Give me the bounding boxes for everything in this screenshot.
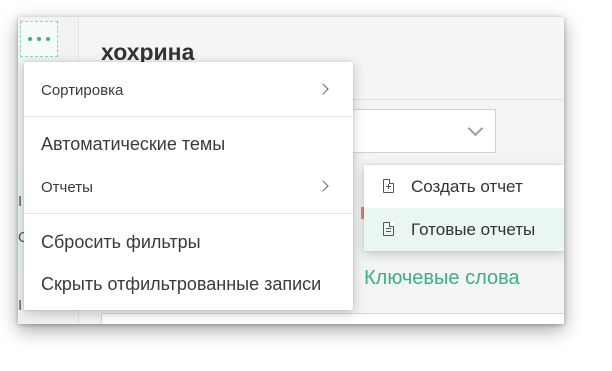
document-plus-icon [383, 178, 395, 193]
submenu-item-label: Создать отчет [411, 176, 523, 196]
menu-item-auto-topics[interactable]: Автоматические темы [24, 124, 353, 164]
content-area [101, 313, 564, 324]
submenu-item-ready-reports[interactable]: Готовые отчеты [364, 208, 564, 251]
document-lines-icon [383, 221, 395, 236]
menu-item-label: Автоматические темы [41, 133, 226, 154]
more-dots-icon [37, 37, 41, 41]
rail-char: I [18, 193, 23, 210]
submenu-item-label: Готовые отчеты [411, 219, 536, 239]
menu-item-sorting[interactable]: Сортировка [24, 70, 353, 110]
menu-divider [24, 213, 353, 214]
menu-item-reset-filters[interactable]: Сбросить фильтры [24, 222, 353, 262]
rail-char: I [18, 297, 23, 314]
more-options-button[interactable] [20, 21, 58, 57]
menu-item-label: Сортировка [41, 81, 124, 99]
more-dots-icon [28, 37, 32, 41]
menu-item-reports[interactable]: Отчеты [24, 167, 353, 207]
options-menu: Сортировка Автоматические темы Отчеты Сб… [24, 62, 353, 310]
menu-item-label: Сбросить фильтры [41, 231, 201, 252]
menu-divider [24, 116, 353, 117]
chevron-right-icon [317, 83, 329, 95]
more-dots-icon [46, 37, 50, 41]
filter-select[interactable] [341, 109, 496, 153]
app-window: I О I хохрина Ключевые слова Сортировка … [18, 17, 564, 324]
chevron-right-icon [317, 180, 329, 192]
tab-keywords[interactable]: Ключевые слова [364, 267, 520, 290]
menu-item-label: Скрыть отфильтрованные записи [41, 273, 322, 294]
chevron-down-icon [467, 120, 484, 137]
menu-item-hide-filtered[interactable]: Скрыть отфильтрованные записи [24, 264, 353, 304]
menu-item-label: Отчеты [41, 178, 93, 196]
submenu-item-create-report[interactable]: Создать отчет [364, 165, 564, 208]
reports-submenu: Создать отчет Готовые отчеты [364, 165, 564, 251]
